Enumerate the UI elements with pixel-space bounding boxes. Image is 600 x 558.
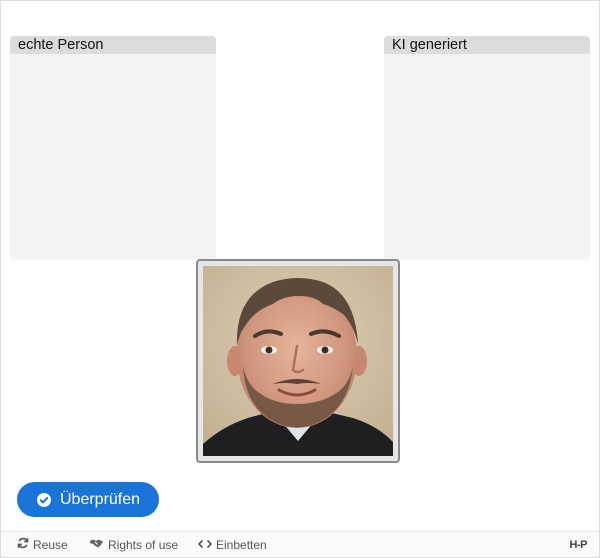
reuse-button[interactable]: Reuse — [17, 532, 68, 557]
refresh-icon — [17, 537, 29, 552]
draggable-portrait[interactable] — [196, 259, 400, 463]
rights-of-use-label: Rights of use — [108, 537, 179, 552]
reuse-label: Reuse — [33, 537, 68, 552]
dropzone-label: echte Person — [10, 36, 216, 54]
check-button-label: Überprüfen — [60, 490, 141, 508]
h5p-logo[interactable]: H-P — [570, 532, 588, 557]
h5p-footer: Reuse Rights of use Einbetten H-P — [1, 531, 599, 557]
dropzone-ai-generated[interactable]: KI generiert — [384, 36, 590, 260]
code-icon — [198, 538, 212, 552]
handshake-icon — [89, 538, 104, 552]
portrait-photo-icon — [203, 266, 393, 456]
h5p-content-frame: echte Person KI generiert Überprüfen Reu… — [0, 0, 600, 558]
embed-label: Einbetten — [216, 537, 267, 552]
dropzone-real-person[interactable]: echte Person — [10, 36, 216, 260]
embed-button[interactable]: Einbetten — [198, 532, 267, 557]
check-circle-icon — [37, 492, 51, 507]
rights-of-use-button[interactable]: Rights of use — [89, 532, 178, 557]
dropzone-label: KI generiert — [384, 36, 590, 54]
check-button[interactable]: Überprüfen — [17, 482, 159, 517]
